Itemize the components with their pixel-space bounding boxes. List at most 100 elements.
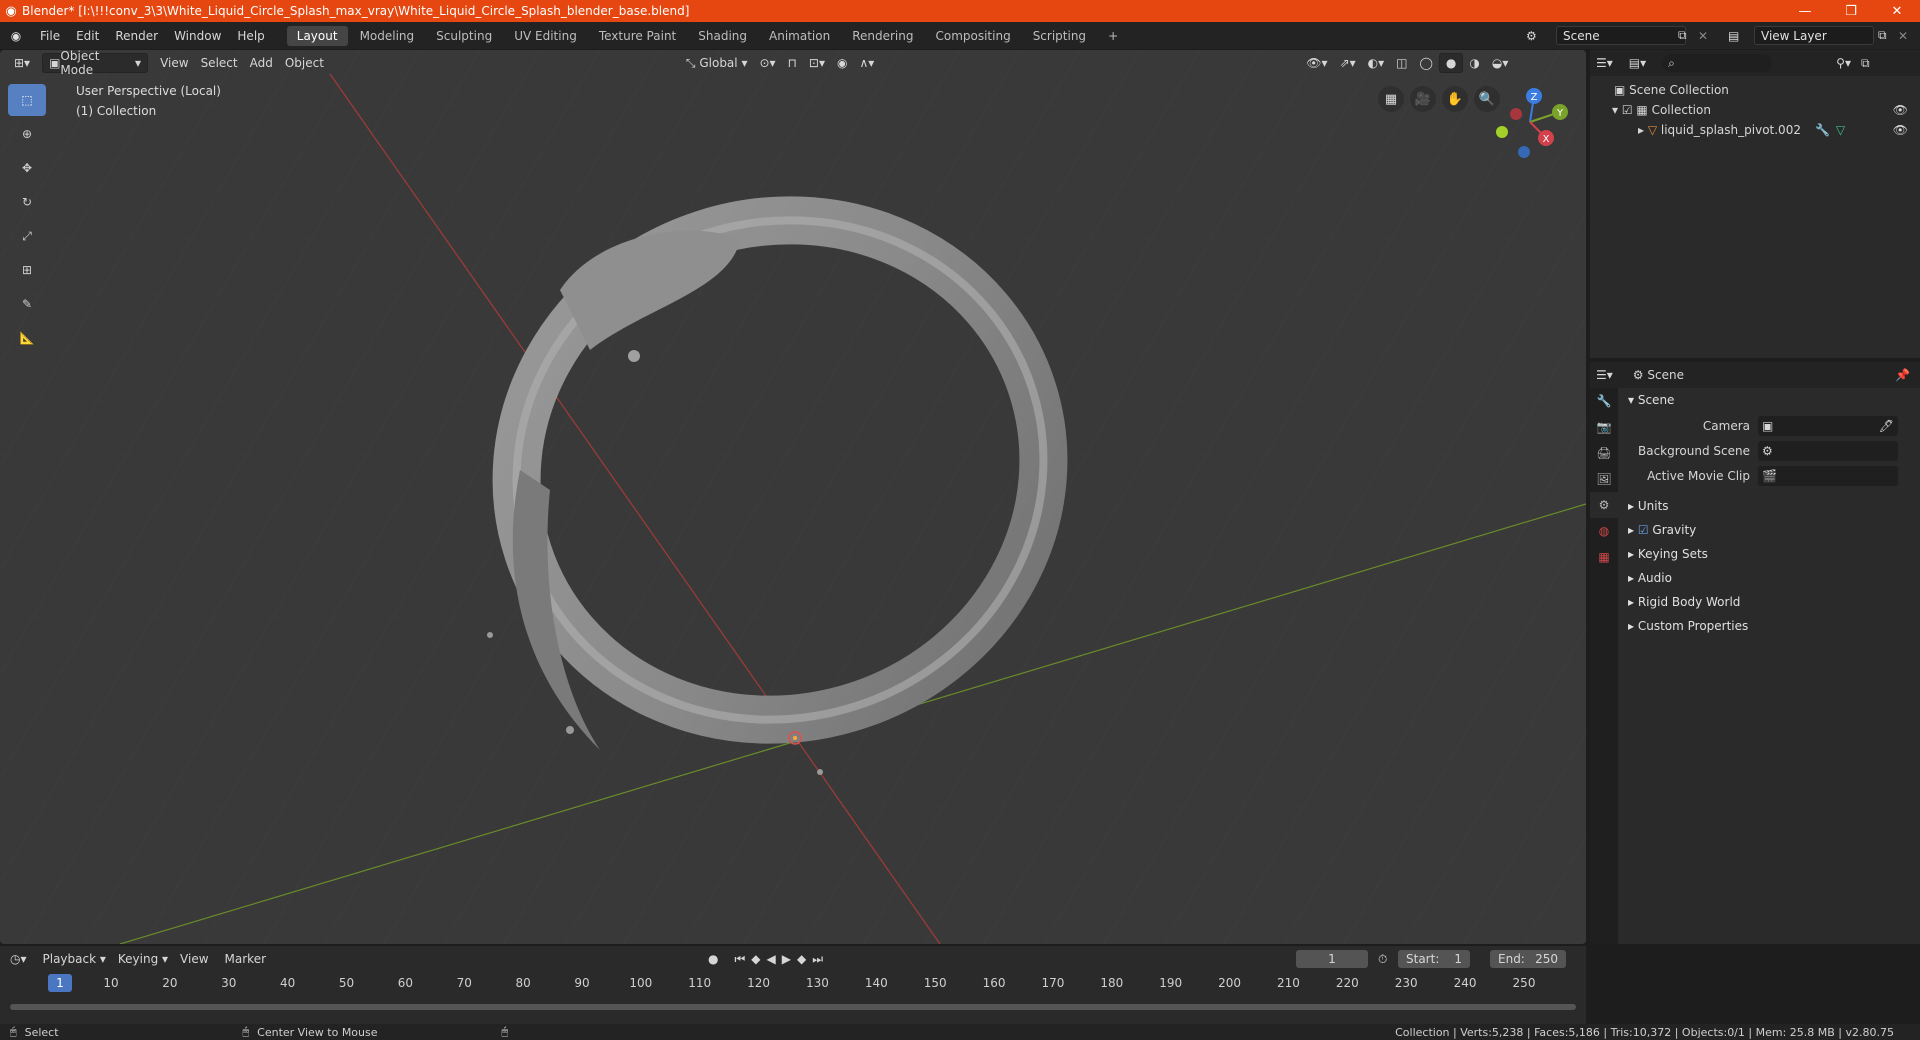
scene-panel-header[interactable]: ▾ Scene xyxy=(1622,388,1920,412)
select-box-icon[interactable]: ⬚ xyxy=(8,84,46,116)
snap-icon[interactable]: ⊓ xyxy=(782,53,803,73)
gravity-checkbox-icon[interactable]: ☑ xyxy=(1638,523,1653,537)
menu-render[interactable]: Render xyxy=(107,29,166,43)
timeline-ruler[interactable]: 1102030405060708090100110120130140150160… xyxy=(0,972,1586,994)
view-layer-field[interactable]: View Layer xyxy=(1754,26,1874,45)
tab-modeling[interactable]: Modeling xyxy=(350,26,425,46)
rotate-icon[interactable]: ↻ xyxy=(8,186,46,218)
transform-orientation-dropdown[interactable]: ⤡ Global ▾ xyxy=(680,53,754,73)
scene-name-field[interactable]: Scene xyxy=(1556,26,1686,45)
gravity-panel-header[interactable]: ▸ ☑ Gravity xyxy=(1622,518,1920,542)
timeline-scrollbar[interactable] xyxy=(10,1004,1576,1010)
maximize-button[interactable]: ❐ xyxy=(1828,4,1874,19)
outliner-collection[interactable]: ▾ ☑ ▦ Collection 👁 xyxy=(1590,100,1920,120)
editor-type-icon[interactable]: ☰▾ xyxy=(1596,56,1613,70)
menu-file[interactable]: File xyxy=(32,29,68,43)
jump-end-icon[interactable]: ⏭ xyxy=(812,952,823,967)
camera-view-icon[interactable]: 🎥 xyxy=(1410,86,1436,112)
texture-tab-icon[interactable]: ▦ xyxy=(1590,544,1618,570)
shading-rendered-icon[interactable]: ◒▾ xyxy=(1486,53,1515,73)
viewport-menu-view[interactable]: View xyxy=(154,53,194,73)
active-movie-clip-field[interactable]: 🎬 xyxy=(1758,466,1898,486)
viewport-menu-object[interactable]: Object xyxy=(279,53,330,73)
editor-type-icon[interactable]: ☰▾ xyxy=(1596,368,1613,382)
background-scene-field[interactable]: ⚙ xyxy=(1758,441,1898,461)
viewport-menu-add[interactable]: Add xyxy=(244,53,279,73)
display-mode-icon[interactable]: ▤▾ xyxy=(1629,56,1646,70)
tab-shading[interactable]: Shading xyxy=(688,26,757,46)
move-icon[interactable]: ✥ xyxy=(8,152,46,184)
jump-keyframe-forward-icon[interactable]: ◆ xyxy=(797,952,806,967)
pivot-point-icon[interactable]: ⊙▾ xyxy=(753,53,781,73)
shading-solid-icon[interactable]: ● xyxy=(1438,53,1464,73)
jump-keyframe-back-icon[interactable]: ◆ xyxy=(751,952,760,967)
pin-icon[interactable]: 📌 xyxy=(1895,368,1910,382)
output-tab-icon[interactable]: 🖨 xyxy=(1590,440,1618,466)
viewport-menu-select[interactable]: Select xyxy=(195,53,244,73)
checkbox-icon[interactable]: ☑ xyxy=(1622,103,1637,117)
playhead[interactable]: 1 xyxy=(48,974,72,992)
delete-scene-icon[interactable]: ✕ xyxy=(1698,29,1708,43)
play-icon[interactable]: ▶ xyxy=(782,952,791,967)
close-button[interactable]: ✕ xyxy=(1874,4,1920,19)
keying-sets-panel-header[interactable]: ▸ Keying Sets xyxy=(1622,542,1920,566)
tab-sculpting[interactable]: Sculpting xyxy=(426,26,502,46)
minimize-button[interactable]: — xyxy=(1782,4,1828,19)
transform-icon[interactable]: ⊞ xyxy=(8,254,46,286)
menu-window[interactable]: Window xyxy=(166,29,229,43)
pan-hand-icon[interactable]: ✋ xyxy=(1442,86,1468,112)
auto-keying-icon[interactable]: ⏱ xyxy=(1378,952,1387,967)
view-layer-icon[interactable]: ▤ xyxy=(1728,29,1739,43)
eye-icon[interactable]: 👁 xyxy=(1893,123,1908,137)
timeline-menu-view[interactable]: View xyxy=(180,952,208,966)
overlay-toggle-icon[interactable]: ◐▾ xyxy=(1362,53,1391,73)
annotate-icon[interactable]: ✎ xyxy=(8,288,46,320)
new-view-layer-icon[interactable]: ⧉ xyxy=(1878,28,1887,43)
tab-scripting[interactable]: Scripting xyxy=(1023,26,1096,46)
timeline-menu-marker[interactable]: Marker xyxy=(225,952,266,966)
tab-uv-editing[interactable]: UV Editing xyxy=(504,26,587,46)
object-mode-dropdown[interactable]: ▣ Object Mode ▾ xyxy=(42,50,149,77)
delete-view-layer-icon[interactable]: ✕ xyxy=(1898,29,1908,43)
add-workspace-button[interactable]: + xyxy=(1098,26,1128,46)
measure-icon[interactable]: 📐 xyxy=(8,322,46,354)
shading-material-icon[interactable]: ◑ xyxy=(1463,53,1485,73)
scene-tab-icon[interactable]: ⚙ xyxy=(1590,492,1618,518)
tab-texture-paint[interactable]: Texture Paint xyxy=(589,26,686,46)
falloff-icon[interactable]: ∧▾ xyxy=(853,53,880,73)
custom-properties-panel-header[interactable]: ▸ Custom Properties xyxy=(1622,614,1920,638)
expand-arrow-icon[interactable]: ▸ xyxy=(1638,123,1648,137)
new-scene-icon[interactable]: ⧉ xyxy=(1678,28,1687,43)
shading-wireframe-icon[interactable]: ◯ xyxy=(1413,53,1438,73)
world-tab-icon[interactable]: ◍ xyxy=(1590,518,1618,544)
xray-toggle-icon[interactable]: ◫ xyxy=(1390,53,1413,73)
menu-help[interactable]: Help xyxy=(229,29,272,43)
visibility-icon[interactable]: 👁▾ xyxy=(1300,53,1333,73)
editor-type-icon[interactable]: ⊞▾ xyxy=(8,53,36,73)
tab-compositing[interactable]: Compositing xyxy=(925,26,1020,46)
eyedropper-icon[interactable]: 🖊 xyxy=(1879,419,1898,433)
end-frame-field[interactable]: End: 250 xyxy=(1490,950,1566,968)
audio-panel-header[interactable]: ▸ Audio xyxy=(1622,566,1920,590)
tool-tab-icon[interactable]: 🔧 xyxy=(1590,388,1618,414)
view-layer-tab-icon[interactable]: 🖼 xyxy=(1590,466,1618,492)
snap-target-icon[interactable]: ⊡▾ xyxy=(803,53,831,73)
proportional-edit-icon[interactable]: ◉ xyxy=(831,53,853,73)
timeline-menu-playback[interactable]: Playback ▾ xyxy=(43,952,106,966)
blender-menu-icon[interactable]: ◉ xyxy=(0,29,32,43)
camera-field[interactable]: ▣ 🖊 xyxy=(1758,416,1898,436)
units-panel-header[interactable]: ▸ Units xyxy=(1622,494,1920,518)
tab-animation[interactable]: Animation xyxy=(759,26,840,46)
start-frame-field[interactable]: Start: 1 xyxy=(1398,950,1470,968)
filter-icon[interactable]: ⚲▾ xyxy=(1836,56,1851,70)
outliner-search-input[interactable]: ⌕ xyxy=(1662,54,1773,72)
tab-rendering[interactable]: Rendering xyxy=(842,26,923,46)
cursor-icon[interactable]: ⊕ xyxy=(8,118,46,150)
play-reverse-icon[interactable]: ◀ xyxy=(767,952,776,967)
render-tab-icon[interactable]: 📷 xyxy=(1590,414,1618,440)
timeline-menu-keying[interactable]: Keying ▾ xyxy=(118,952,168,966)
current-frame-field[interactable]: 1 xyxy=(1296,950,1368,968)
outliner-scene-collection[interactable]: ▣ Scene Collection xyxy=(1590,80,1920,100)
scene-selector-icon[interactable]: ⚙ xyxy=(1526,29,1537,43)
new-collection-icon[interactable]: ⧉ xyxy=(1861,56,1870,71)
